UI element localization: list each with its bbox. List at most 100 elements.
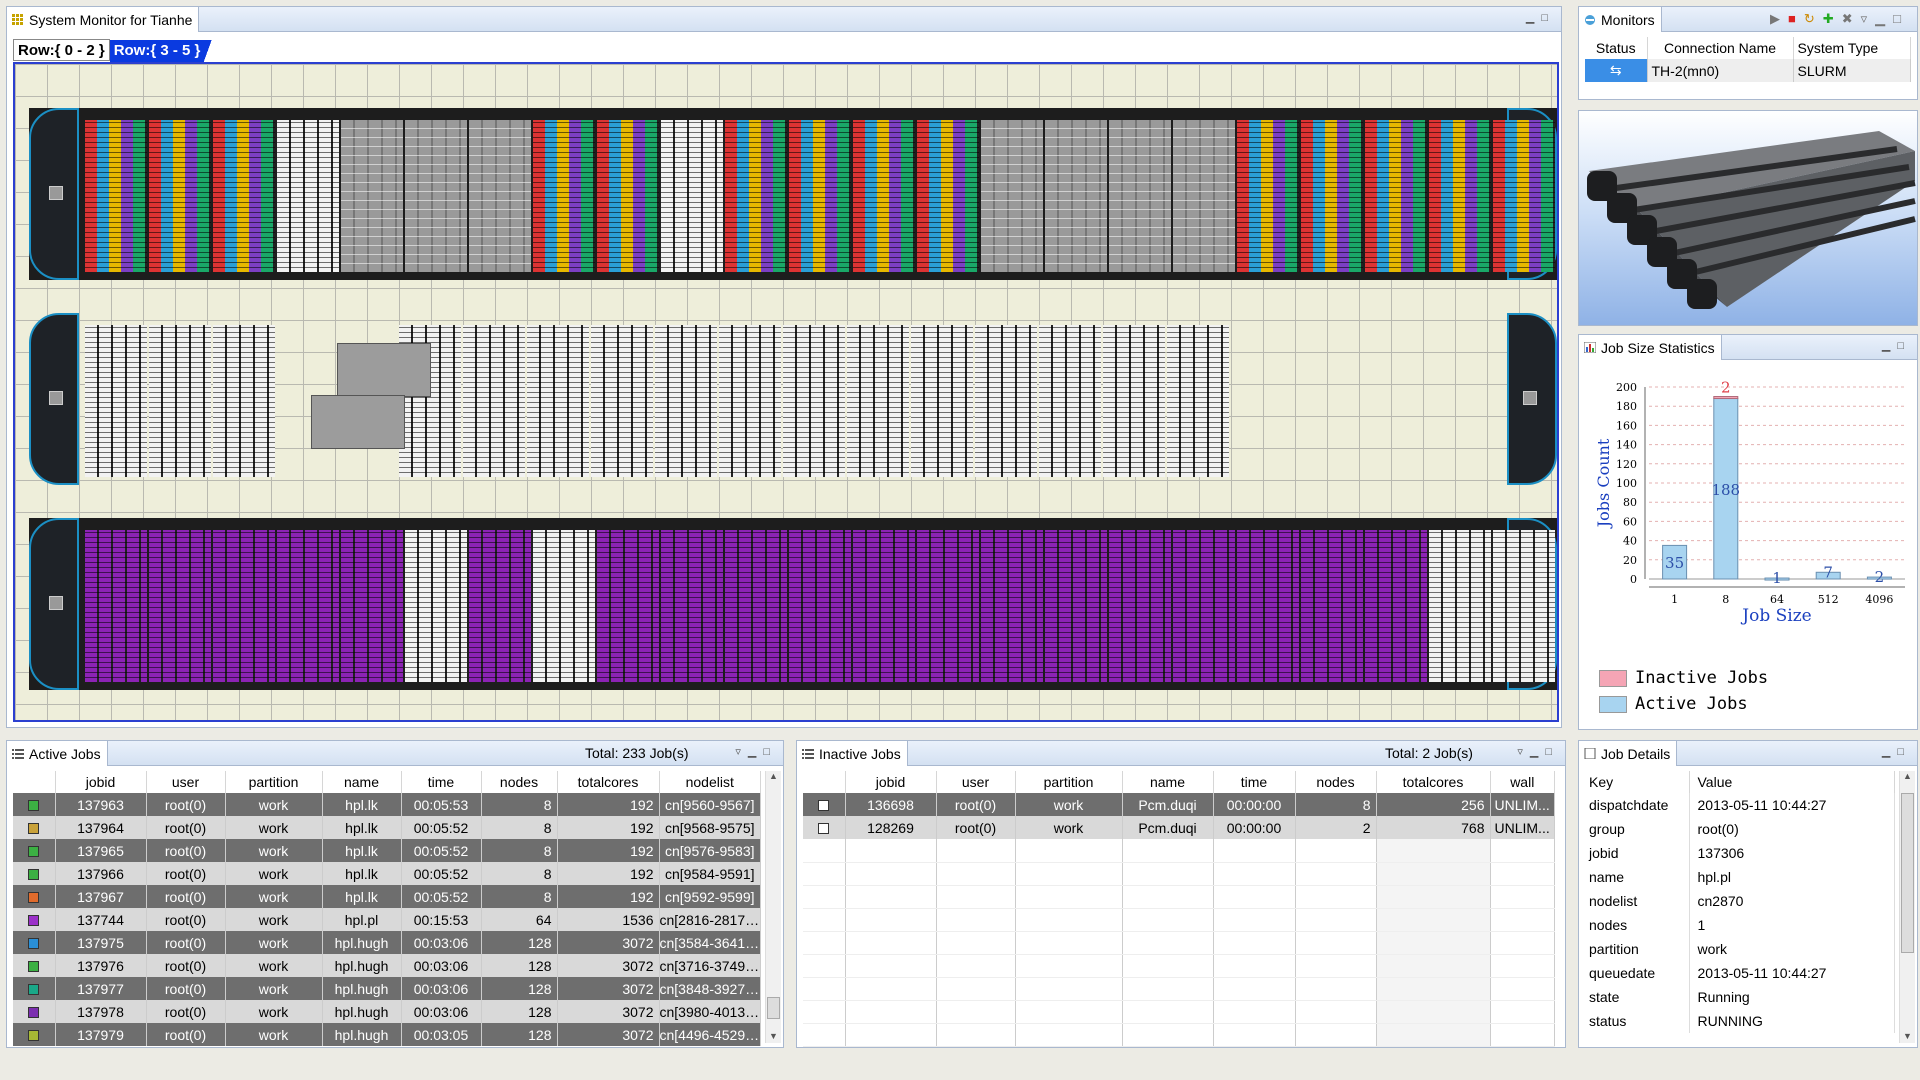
table-row[interactable]: 137963 root(0) work hpl.lk 00:05:53 8 192 cn[95… — [13, 793, 761, 816]
add-icon[interactable]: ✚ — [1823, 11, 1842, 26]
column-header[interactable]: jobid — [55, 771, 147, 793]
tab-system-monitor[interactable]: System Monitor for Tianhe — [7, 7, 200, 32]
column-header[interactable]: time — [401, 771, 482, 793]
stop-icon[interactable]: ■ — [1788, 11, 1804, 26]
rack-cabinet[interactable] — [469, 120, 531, 272]
rack-cabinet[interactable] — [277, 120, 339, 272]
rack-cabinet[interactable] — [847, 325, 909, 477]
rack-cabinet[interactable] — [85, 530, 147, 682]
rack-cabinet[interactable] — [661, 120, 723, 272]
maximize-icon[interactable]: □ — [1541, 12, 1555, 24]
detail-row[interactable]: queuedate 2013-05-11 10:44:27 — [1581, 961, 1895, 985]
rack-cabinet[interactable] — [149, 530, 211, 682]
rack-cabinet[interactable] — [463, 325, 525, 477]
detail-row[interactable]: nodelist cn2870 — [1581, 889, 1895, 913]
column-header[interactable]: user — [146, 771, 226, 793]
column-header[interactable]: jobid — [845, 771, 937, 793]
scroll-down-icon[interactable]: ▼ — [1900, 1031, 1915, 1041]
tab-active-jobs[interactable]: Active Jobs — [7, 741, 108, 766]
rack-cabinet[interactable] — [1237, 530, 1299, 682]
column-header[interactable]: nodes — [481, 771, 558, 793]
table-row[interactable]: 137964 root(0) work hpl.lk 00:05:52 8 192 cn[95… — [13, 816, 761, 839]
rack-cabinet[interactable] — [789, 530, 851, 682]
detail-row[interactable]: status RUNNING — [1581, 1009, 1895, 1033]
view-menu-icon[interactable]: ▿ — [1861, 11, 1876, 26]
table-row[interactable]: 136698 root(0) work Pcm.duqi 00:00:00 8 256 UNL… — [803, 793, 1555, 816]
maximize-icon[interactable]: □ — [763, 746, 777, 758]
rack-cabinet[interactable] — [149, 325, 211, 477]
table-row[interactable]: 128269 root(0) work Pcm.duqi 00:00:00 2 768 UNL… — [803, 816, 1555, 839]
table-row[interactable]: 137976 root(0) work hpl.hugh 00:03:06 128 3072… — [13, 954, 761, 977]
rack-cabinet[interactable] — [1039, 325, 1101, 477]
table-row[interactable]: 137965 root(0) work hpl.lk 00:05:52 8 192 cn[95… — [13, 839, 761, 862]
maximize-icon[interactable]: □ — [1893, 11, 1909, 26]
rack-cabinet[interactable] — [1301, 120, 1363, 272]
detail-row[interactable]: partition work — [1581, 937, 1895, 961]
minimize-icon[interactable]: ▁ — [1882, 746, 1897, 758]
column-header[interactable]: partition — [225, 771, 323, 793]
rack-cabinet[interactable] — [213, 530, 275, 682]
minimize-icon[interactable]: ▁ — [1530, 746, 1545, 758]
maximize-icon[interactable]: □ — [1545, 746, 1559, 758]
rack-cabinet[interactable] — [591, 325, 653, 477]
detail-row[interactable]: state Running — [1581, 985, 1895, 1009]
rack-cabinet[interactable] — [1109, 120, 1171, 272]
rack-cabinet[interactable] — [277, 530, 339, 682]
rack-cabinet[interactable] — [1429, 530, 1491, 682]
rack-cabinet[interactable] — [911, 325, 973, 477]
rack-cabinet[interactable] — [1365, 530, 1427, 682]
column-header[interactable]: time — [1213, 771, 1296, 793]
column-header[interactable]: name — [322, 771, 402, 793]
rack-cabinet[interactable] — [85, 120, 147, 272]
row-checkbox[interactable] — [818, 823, 830, 835]
rack-cabinet[interactable] — [405, 120, 467, 272]
rack-cabinet[interactable] — [533, 120, 595, 272]
checkbox-cell[interactable] — [803, 793, 846, 816]
rack-cabinet[interactable] — [783, 325, 845, 477]
bar-inactive[interactable] — [1713, 396, 1739, 400]
rack-cabinet[interactable] — [917, 120, 979, 272]
column-header[interactable]: name — [1122, 771, 1214, 793]
rack-cabinet[interactable] — [725, 120, 787, 272]
play-icon[interactable]: ▶ — [1770, 11, 1788, 26]
rack-cabinet[interactable] — [213, 325, 275, 477]
column-header[interactable]: partition — [1015, 771, 1123, 793]
rack-cabinet[interactable] — [1109, 530, 1171, 682]
rack-cabinet[interactable] — [1365, 120, 1427, 272]
table-row[interactable]: 137967 root(0) work hpl.lk 00:05:52 8 192 cn[95… — [13, 885, 761, 908]
column-header[interactable]: Key — [1581, 771, 1690, 793]
column-header[interactable]: totalcores — [1376, 771, 1491, 793]
rack-cabinet[interactable] — [725, 530, 787, 682]
table-row[interactable]: 137975 root(0) work hpl.hugh 00:03:06 128 3072… — [13, 931, 761, 954]
rack-cabinet[interactable] — [1167, 325, 1229, 477]
scroll-up-icon[interactable]: ▲ — [766, 771, 781, 781]
scroll-thumb[interactable] — [1901, 793, 1914, 953]
column-header[interactable] — [13, 771, 56, 793]
table-row[interactable]: 137977 root(0) work hpl.hugh 00:03:06 128 3072… — [13, 977, 761, 1000]
detail-row[interactable]: jobid 137306 — [1581, 841, 1895, 865]
rack-cabinet[interactable] — [975, 325, 1037, 477]
rack-cabinet[interactable] — [655, 325, 717, 477]
rack-cabinet[interactable] — [981, 530, 1043, 682]
table-row[interactable]: 137966 root(0) work hpl.lk 00:05:52 8 192 cn[95… — [13, 862, 761, 885]
column-header[interactable]: user — [936, 771, 1016, 793]
column-header[interactable]: wall — [1490, 771, 1555, 793]
rack-cabinet[interactable] — [341, 120, 403, 272]
tab-inactive-jobs[interactable]: Inactive Jobs — [797, 741, 908, 766]
rack-cabinet[interactable] — [1045, 120, 1107, 272]
rack-cabinet[interactable] — [719, 325, 781, 477]
rack-cabinet[interactable] — [789, 120, 851, 272]
rack-cabinet[interactable] — [1045, 530, 1107, 682]
detail-row[interactable]: name hpl.pl — [1581, 865, 1895, 889]
column-header[interactable] — [803, 771, 846, 793]
tab-monitors[interactable]: Monitors — [1579, 7, 1662, 32]
view-menu-icon[interactable]: ▿ — [735, 746, 748, 758]
column-header[interactable]: Value — [1689, 771, 1895, 793]
column-header[interactable]: System Type — [1793, 37, 1911, 59]
rack-cabinet[interactable] — [149, 120, 211, 272]
column-header[interactable]: Status — [1585, 37, 1648, 59]
rack-cabinet[interactable] — [527, 325, 589, 477]
maximize-icon[interactable]: □ — [1897, 746, 1911, 758]
column-header[interactable]: nodelist — [659, 771, 761, 793]
column-header[interactable]: nodes — [1295, 771, 1377, 793]
